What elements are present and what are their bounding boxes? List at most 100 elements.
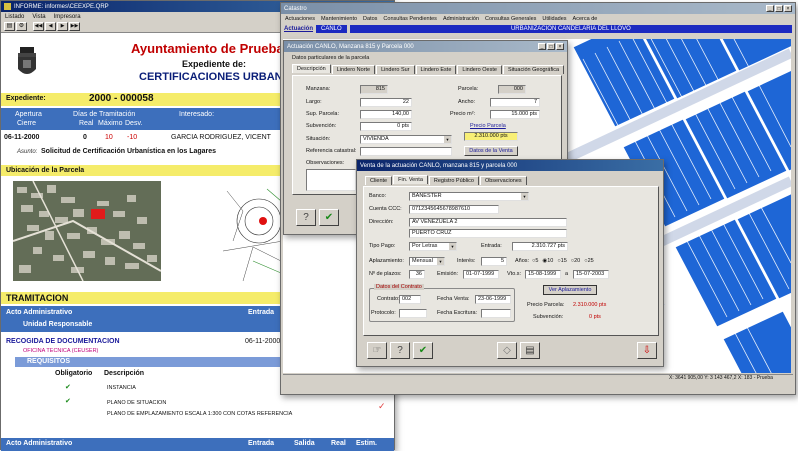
menu-listado[interactable]: Listado: [5, 14, 24, 20]
interes-field[interactable]: 5: [481, 257, 507, 266]
menu-consultas-generales[interactable]: Consultas Generales: [485, 16, 536, 22]
maximize-button[interactable]: □: [775, 5, 783, 12]
maximize-button[interactable]: □: [547, 43, 555, 50]
menu-acerca-de[interactable]: Acerca de: [573, 16, 598, 22]
fecha-venta-field[interactable]: 23-06-1999: [475, 295, 511, 304]
requirement-item: PLANO DE SITUACION: [107, 400, 167, 406]
status-coordinates: X: 3641 905,00 Y: 3 143 467,2 X: 183 - P…: [669, 375, 773, 381]
anos-radio[interactable]: ○20: [571, 258, 580, 264]
precio-m2-field[interactable]: 15.000 pts: [490, 110, 540, 119]
tipo-pago-select[interactable]: Por Letras ▼: [409, 242, 457, 251]
coat-of-arms: [15, 47, 39, 79]
tab-registro-publico[interactable]: Registro Público: [428, 176, 479, 185]
emision-field[interactable]: 01-07-1999: [463, 270, 499, 279]
entrada-field[interactable]: 2.310.727 pts: [512, 242, 568, 251]
menu-consultas-pendientes[interactable]: Consultas Pendientes: [383, 16, 437, 22]
next-page-button[interactable]: ▶: [57, 22, 68, 31]
tab-cliente[interactable]: Cliente: [365, 176, 393, 185]
entrada-header: Entrada: [248, 309, 275, 316]
contrato-label: Contrato:: [377, 296, 400, 302]
contrato-field[interactable]: 002: [399, 295, 421, 304]
situacion-select[interactable]: VIVIENDA ▼: [360, 135, 452, 144]
largo-field[interactable]: 22: [360, 98, 412, 107]
tab-situacion-geografica[interactable]: Situación Geográfica: [502, 65, 565, 74]
aplazamiento-select[interactable]: Mensual ▼: [409, 257, 445, 266]
close-button[interactable]: ×: [556, 43, 564, 50]
recogida-label: RECOGIDA DE DOCUMENTACION: [6, 338, 120, 345]
ver-aplazamiento-button[interactable]: Ver Aplazamiento: [543, 285, 597, 295]
tab-fin-venta[interactable]: Fin. Venta: [393, 175, 428, 184]
anos-radio-group: ○5 ◉10 ○15 ○20 ○25: [532, 258, 594, 264]
help-button[interactable]: ?: [296, 209, 316, 226]
tab-canlo[interactable]: CANLO: [316, 25, 347, 33]
accept-button[interactable]: ✔: [319, 209, 339, 226]
menu-actuaciones[interactable]: Actuaciones: [285, 16, 315, 22]
precio-parcela-field[interactable]: 2.310.000 pts: [464, 132, 518, 141]
anos-radio[interactable]: ○15: [557, 258, 566, 264]
entrada-label: Entrada:: [481, 243, 502, 249]
footer-acto: Acto Administrativo: [6, 440, 73, 447]
prev-page-button[interactable]: ◀: [45, 22, 56, 31]
direccion-field[interactable]: AV VENEZUELA 2: [409, 218, 567, 227]
menu-administracion[interactable]: Administración: [443, 16, 479, 22]
ubicacion-label: Ubicación de la Parcela: [6, 167, 85, 174]
tab-actuacion[interactable]: Actuación: [284, 26, 313, 32]
observaciones-field[interactable]: [306, 169, 356, 191]
manzana-field[interactable]: 815: [360, 85, 388, 94]
contrato-group-title: Datos del Contrato: [374, 284, 424, 290]
anos-radio[interactable]: ◉10: [542, 258, 553, 264]
accept-button[interactable]: ✔: [413, 342, 433, 359]
aerial-photo: [13, 181, 161, 281]
asunto-text: Solicitud de Certificación Urbanística e…: [41, 148, 217, 155]
direccion-label: Dirección:: [369, 219, 394, 225]
protocolo-field[interactable]: [399, 309, 427, 318]
first-page-button[interactable]: ◀◀: [33, 22, 44, 31]
banco-select[interactable]: BANESTER ▼: [409, 192, 529, 201]
referencia-field[interactable]: [360, 147, 452, 156]
emision-label: Emisión:: [437, 271, 459, 277]
col-real: Real: [79, 120, 94, 127]
poblacion-field[interactable]: PUERTO CRUZ: [409, 229, 567, 238]
menu-mantenimiento[interactable]: Mantenimiento: [321, 16, 357, 22]
print-icon[interactable]: ▤: [4, 22, 15, 31]
tab-lindero-norte[interactable]: Lindero Norte: [331, 65, 376, 74]
eraser-icon[interactable]: ◇: [497, 342, 517, 359]
minimize-button[interactable]: _: [538, 43, 546, 50]
anos-radio[interactable]: ○5: [532, 258, 538, 264]
anos-radio[interactable]: ○25: [584, 258, 593, 264]
largo-label: Largo:: [306, 99, 322, 105]
help-button[interactable]: ?: [390, 342, 410, 359]
ancho-field[interactable]: 7: [490, 98, 540, 107]
tab-lindero-sur[interactable]: Lindero Sur: [376, 65, 415, 74]
catastro-menu-bar: Actuaciones Mantenimiento Datos Consulta…: [281, 14, 795, 23]
cuenta-field[interactable]: 0712345645678987610: [409, 205, 499, 214]
tab-observaciones[interactable]: Observaciones: [479, 176, 527, 185]
descripcion-header: Descripción: [104, 370, 145, 377]
tipo-pago-value: Por Letras: [412, 243, 438, 249]
tab-lindero-este[interactable]: Lindero Este: [415, 65, 457, 74]
anos-label: Años:: [515, 258, 530, 264]
hand-icon[interactable]: ☞: [367, 342, 387, 359]
fecha-escritura-field[interactable]: [481, 309, 511, 318]
menu-impresora[interactable]: Impresora: [54, 14, 81, 20]
menu-utilidades[interactable]: Utilidades: [542, 16, 566, 22]
subvencion-field[interactable]: 0 pts: [360, 122, 412, 131]
vto-field[interactable]: 15-08-1999: [525, 270, 561, 279]
menu-datos[interactable]: Datos: [363, 16, 377, 22]
tab-descripcion[interactable]: Descripción: [292, 64, 331, 73]
sup-parcela-field[interactable]: 140,00: [360, 110, 412, 119]
plazos-field[interactable]: 36: [409, 270, 425, 279]
tab-lindero-oeste[interactable]: Lindero Oeste: [457, 65, 502, 74]
vto2-field[interactable]: 15-07-2003: [573, 270, 609, 279]
exit-icon[interactable]: ⇩: [637, 342, 657, 359]
datos-venta-button[interactable]: Datos de la Venta: [464, 146, 518, 156]
setup-icon[interactable]: ⚙: [16, 22, 27, 31]
minimize-button[interactable]: _: [766, 5, 774, 12]
col-apertura: Apertura: [15, 111, 42, 118]
menu-vista[interactable]: Vista: [32, 14, 45, 20]
parcela-field[interactable]: 000: [498, 85, 526, 94]
app-icon: [4, 3, 11, 10]
close-button[interactable]: ×: [784, 5, 792, 12]
last-page-button[interactable]: ▶▶: [69, 22, 80, 31]
print-icon[interactable]: ▤: [520, 342, 540, 359]
